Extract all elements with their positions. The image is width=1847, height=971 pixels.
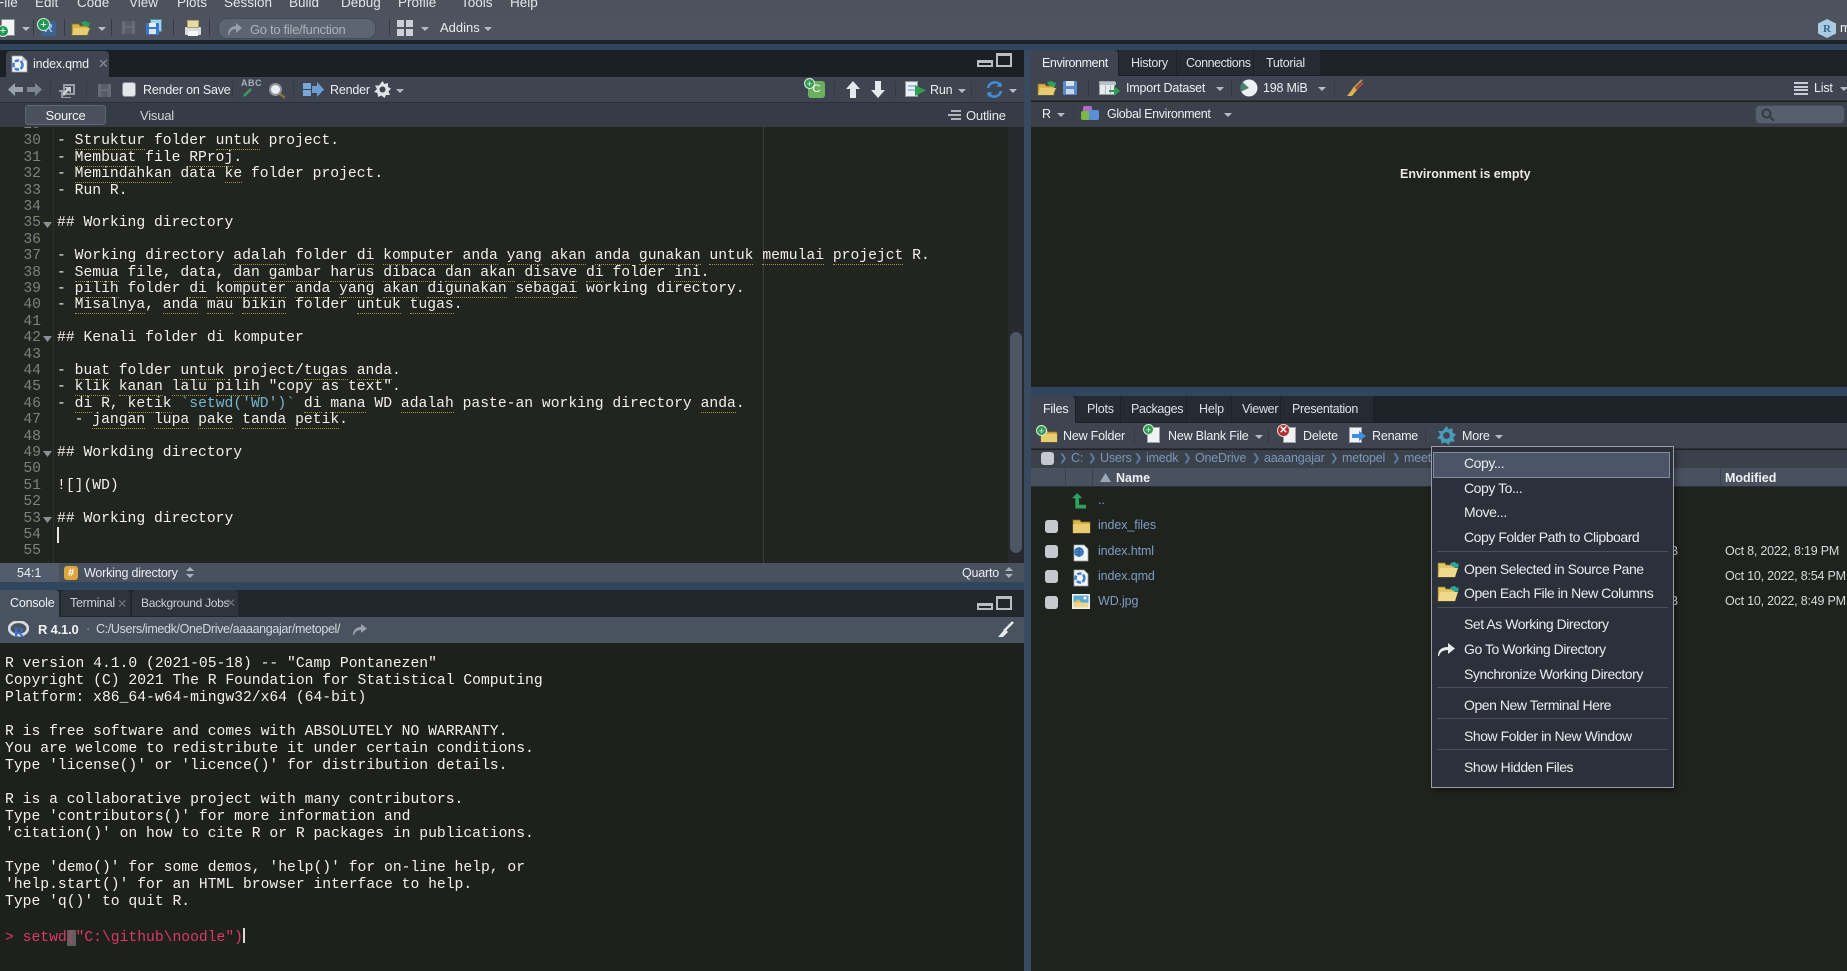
- svg-text:R: R: [14, 625, 25, 639]
- svg-text:R: R: [1823, 23, 1832, 35]
